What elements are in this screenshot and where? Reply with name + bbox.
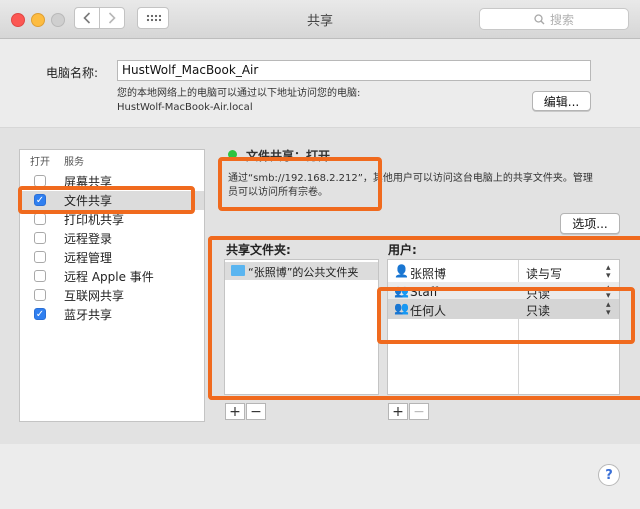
- search-icon: [534, 13, 545, 24]
- computer-name-description: 您的本地网络上的电脑可以通过以下地址访问您的电脑: HustWolf-MacBo…: [117, 87, 497, 115]
- service-checkbox[interactable]: [34, 232, 46, 244]
- service-checkbox[interactable]: [34, 213, 46, 225]
- annotation-box-permissions: [377, 287, 635, 344]
- help-button[interactable]: ?: [598, 464, 620, 486]
- service-checkbox[interactable]: ✓: [34, 308, 46, 320]
- options-button[interactable]: 选项...: [560, 213, 620, 234]
- computer-name-input[interactable]: HustWolf_MacBook_Air: [117, 60, 591, 81]
- service-row-remote-login[interactable]: 远程登录: [20, 229, 204, 248]
- service-label: 远程 Apple 事件: [64, 270, 154, 284]
- service-checkbox[interactable]: [34, 251, 46, 263]
- add-user-button[interactable]: +: [388, 403, 408, 420]
- services-header-on: 打开: [30, 157, 50, 168]
- service-row-internet-sharing[interactable]: 互联网共享: [20, 286, 204, 305]
- service-label: 互联网共享: [64, 289, 125, 303]
- remove-folder-button[interactable]: −: [246, 403, 266, 420]
- computer-name-label: 电脑名称:: [46, 66, 99, 80]
- service-row-remote-management[interactable]: 远程管理: [20, 248, 204, 267]
- search-field[interactable]: 搜索: [479, 8, 629, 30]
- service-row-remote-apple-events[interactable]: 远程 Apple 事件: [20, 267, 204, 286]
- services-header-service: 服务: [64, 157, 84, 168]
- service-label: 蓝牙共享: [64, 308, 113, 322]
- service-label: 远程登录: [64, 232, 113, 246]
- computer-name-desc-line1: 您的本地网络上的电脑可以通过以下地址访问您的电脑:: [117, 88, 361, 99]
- add-folder-button[interactable]: +: [225, 403, 245, 420]
- service-checkbox[interactable]: [34, 270, 46, 282]
- service-label: 远程管理: [64, 251, 113, 265]
- search-placeholder: 搜索: [549, 12, 574, 27]
- remove-user-button[interactable]: −: [409, 403, 429, 420]
- service-row-bluetooth-sharing[interactable]: ✓ 蓝牙共享: [20, 305, 204, 324]
- service-checkbox[interactable]: [34, 289, 46, 301]
- annotation-box-file-sharing: [18, 186, 195, 214]
- edit-button[interactable]: 编辑...: [532, 91, 591, 111]
- annotation-box-address: [218, 157, 382, 211]
- computer-name-local-address: HustWolf-MacBook-Air.local: [117, 102, 253, 113]
